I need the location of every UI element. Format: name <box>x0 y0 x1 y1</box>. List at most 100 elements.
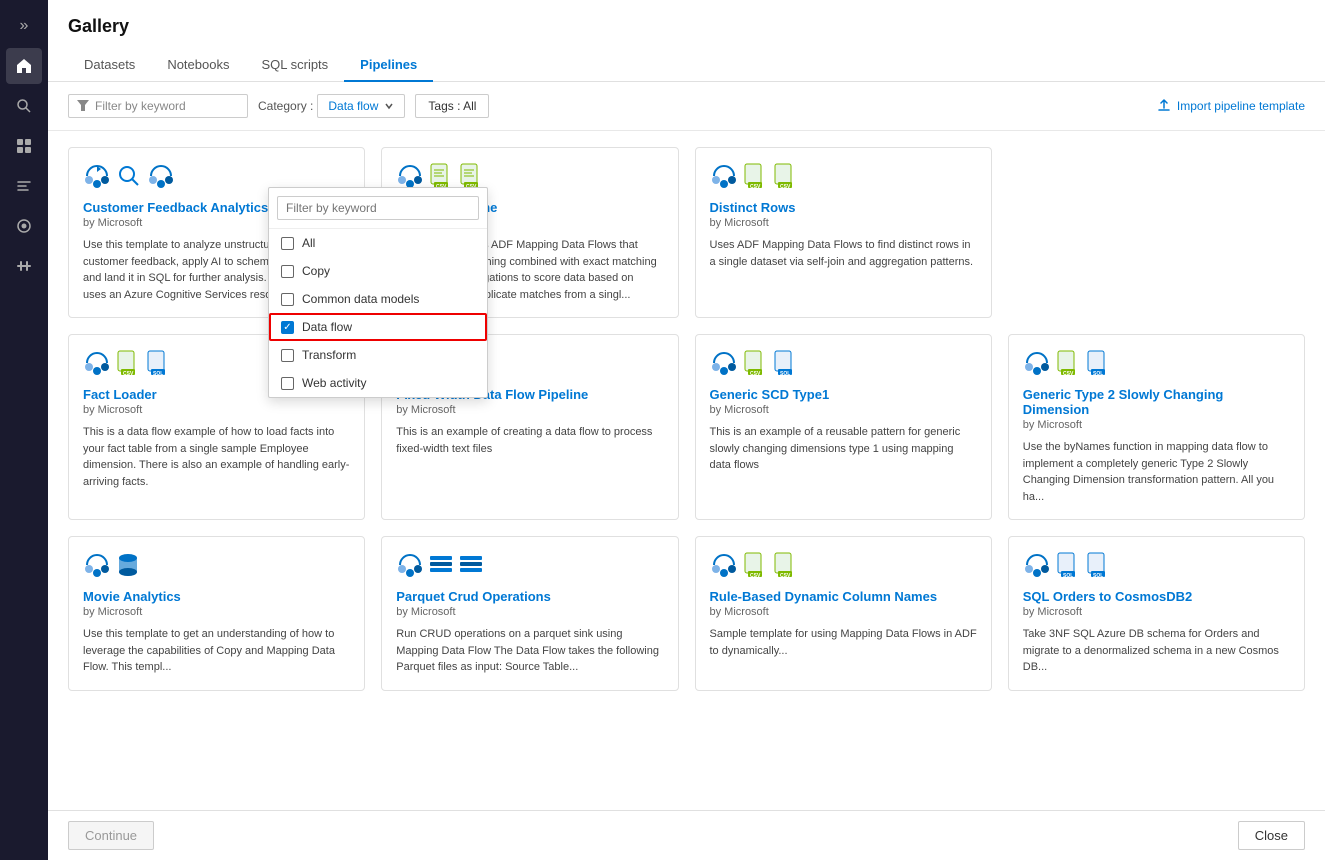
bottom-bar: Continue Close <box>48 810 1325 860</box>
card-icons-dedupe: CSV CSV <box>396 162 663 190</box>
card-icons-customer-feedback <box>83 162 350 190</box>
content-area: All Copy Common data models ✓ Data flow <box>48 131 1325 810</box>
tab-notebooks[interactable]: Notebooks <box>151 49 245 82</box>
card-icons-distinct: CSV CSV <box>710 162 977 190</box>
continue-button[interactable]: Continue <box>68 821 154 850</box>
card-icon-sql-orders-1: SQL <box>1055 552 1081 578</box>
card-desc-fact: This is a data flow example of how to lo… <box>83 424 350 490</box>
dropdown-item-common-data-label: Common data models <box>302 292 419 306</box>
card-title-rule: Rule-Based Dynamic Column Names <box>710 589 977 604</box>
chevron-down-icon <box>384 101 394 111</box>
category-label: Category : <box>258 99 313 113</box>
sidebar-search-icon[interactable] <box>6 88 42 124</box>
card-movie-analytics[interactable]: Movie Analytics by Microsoft Use this te… <box>68 536 365 691</box>
tab-sql-scripts[interactable]: SQL scripts <box>245 49 344 82</box>
card-icon-parquet-2 <box>458 552 484 578</box>
checkbox-all <box>281 237 294 250</box>
dropdown-item-transform-label: Transform <box>302 348 356 362</box>
dropdown-item-common-data[interactable]: Common data models <box>269 285 487 313</box>
dropdown-item-web-activity-label: Web activity <box>302 376 366 390</box>
card-desc-type2: Use the byNames function in mapping data… <box>1023 439 1290 505</box>
dropdown-item-data-flow[interactable]: ✓ Data flow <box>269 313 487 341</box>
card-desc-rule: Sample template for using Mapping Data F… <box>710 626 977 659</box>
card-icon-csv-scd1: CSV <box>742 350 768 376</box>
card-title-distinct: Distinct Rows <box>710 200 977 215</box>
upload-icon <box>1157 99 1171 113</box>
card-icon-parquet-1 <box>428 552 454 578</box>
card-icon-csv-rule-2: CSV <box>772 552 798 578</box>
close-button[interactable]: Close <box>1238 821 1305 850</box>
card-icon-storage-1 <box>147 162 175 190</box>
gallery-tabs: Datasets Notebooks SQL scripts Pipelines <box>68 49 1305 81</box>
svg-text:SQL: SQL <box>1093 371 1103 376</box>
card-desc-sql-orders: Take 3NF SQL Azure DB schema for Orders … <box>1023 626 1290 676</box>
card-icon-sql-scd1: SQL <box>772 350 798 376</box>
card-author-distinct: by Microsoft <box>710 217 977 229</box>
card-icon-db-movie <box>115 552 141 578</box>
gallery-header: Gallery Datasets Notebooks SQL scripts P… <box>48 0 1325 82</box>
sidebar-expand-icon[interactable]: » <box>6 8 42 44</box>
tab-pipelines[interactable]: Pipelines <box>344 49 433 82</box>
filter-input-container[interactable]: Filter by keyword <box>68 94 248 118</box>
svg-text:CSV: CSV <box>780 573 791 578</box>
category-dropdown-menu: All Copy Common data models ✓ Data flow <box>268 187 488 398</box>
svg-text:SQL: SQL <box>780 371 790 376</box>
svg-text:CSV: CSV <box>750 371 761 376</box>
svg-text:CSV: CSV <box>750 184 761 189</box>
card-rule-based[interactable]: CSV CSV Rule-Based Dynamic Column Names … <box>695 536 992 691</box>
dropdown-item-web-activity[interactable]: Web activity <box>269 369 487 397</box>
card-icon-csv-distinct-1: CSV <box>742 163 768 189</box>
card-icon-csv-1: CSV <box>428 163 454 189</box>
card-icon-csv-rule-1: CSV <box>742 552 768 578</box>
import-pipeline-button[interactable]: Import pipeline template <box>1157 99 1305 113</box>
card-title-type2: Generic Type 2 Slowly Changing Dimension <box>1023 387 1290 417</box>
category-section: Category : Data flow <box>258 94 405 118</box>
checkbox-data-flow: ✓ <box>281 321 294 334</box>
svg-text:CSV: CSV <box>750 573 761 578</box>
card-icon-sql-fact: SQL <box>145 350 171 376</box>
card-icon-dataflow-9 <box>396 551 424 579</box>
card-icons-sql-orders: SQL SQL <box>1023 551 1290 579</box>
card-icon-search-1 <box>115 162 143 190</box>
svg-text:CSV: CSV <box>1063 371 1074 376</box>
category-dropdown[interactable]: Data flow <box>317 94 405 118</box>
card-icon-sql-type2: SQL <box>1085 350 1111 376</box>
sidebar-manage-icon[interactable] <box>6 248 42 284</box>
card-icon-dataflow-1 <box>83 162 111 190</box>
card-icon-dataflow-2 <box>396 162 424 190</box>
card-sql-orders[interactable]: SQL SQL SQL Orders to CosmosDB2 by Micro… <box>1008 536 1305 691</box>
card-author-scd1: by Microsoft <box>710 404 977 416</box>
card-generic-scd1[interactable]: CSV SQL Generic SCD Type1 by Microsoft T… <box>695 334 992 520</box>
checkbox-common-data <box>281 293 294 306</box>
sidebar-data-icon[interactable] <box>6 128 42 164</box>
tags-button[interactable]: Tags : All <box>415 94 489 118</box>
card-icon-sql-orders-2: SQL <box>1085 552 1111 578</box>
card-icon-csv-type2: CSV <box>1055 350 1081 376</box>
filter-icon <box>77 100 89 112</box>
sidebar-pipelines-icon[interactable] <box>6 168 42 204</box>
sidebar-home-icon[interactable] <box>6 48 42 84</box>
card-generic-type2[interactable]: CSV SQL Generic Type 2 Slowly Changing D… <box>1008 334 1305 520</box>
dropdown-item-transform[interactable]: Transform <box>269 341 487 369</box>
checkbox-web-activity <box>281 377 294 390</box>
card-icon-dataflow-4 <box>83 349 111 377</box>
card-icons-movie <box>83 551 350 579</box>
card-parquet-crud[interactable]: Parquet Crud Operations by Microsoft Run… <box>381 536 678 691</box>
card-icons-scd1: CSV SQL <box>710 349 977 377</box>
pipeline-grid: Customer Feedback Analytics by Microsoft… <box>68 147 1305 691</box>
sidebar: » <box>0 0 48 860</box>
dropdown-item-copy[interactable]: Copy <box>269 257 487 285</box>
dropdown-search-input[interactable] <box>277 196 479 220</box>
card-icon-csv-2: CSV <box>458 163 484 189</box>
card-distinct-rows[interactable]: CSV CSV Distinct Rows by Microsoft Uses … <box>695 147 992 318</box>
tab-datasets[interactable]: Datasets <box>68 49 151 82</box>
svg-text:CSV: CSV <box>780 184 791 189</box>
dropdown-item-data-flow-label: Data flow <box>302 320 352 334</box>
sidebar-monitor-icon[interactable] <box>6 208 42 244</box>
card-author-sql-orders: by Microsoft <box>1023 606 1290 618</box>
dropdown-item-all[interactable]: All <box>269 229 487 257</box>
svg-text:SQL: SQL <box>1063 573 1073 578</box>
checkbox-copy <box>281 265 294 278</box>
card-icon-dataflow-10 <box>710 551 738 579</box>
card-title-movie: Movie Analytics <box>83 589 350 604</box>
